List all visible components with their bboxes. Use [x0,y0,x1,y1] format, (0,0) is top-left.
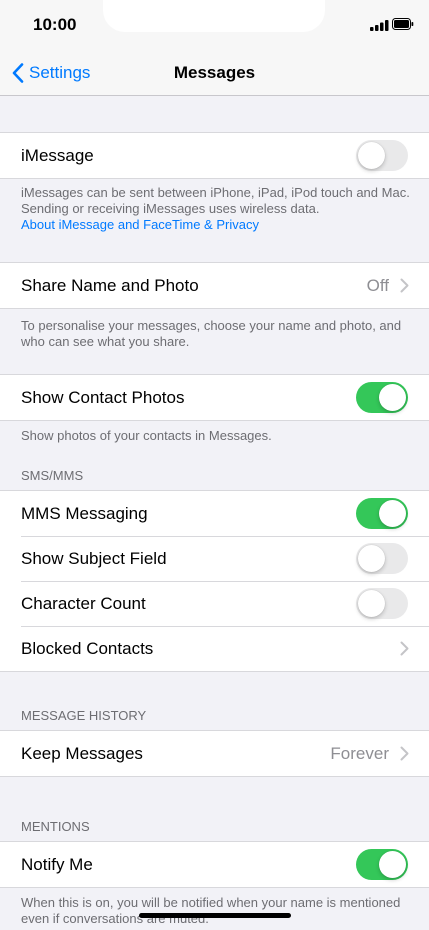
show-subject-field-toggle[interactable] [356,543,408,574]
mentions-header: MENTIONS [21,819,90,834]
chevron-right-icon [400,746,409,761]
notify-me-toggle[interactable] [356,849,408,880]
imessage-label: iMessage [21,145,94,165]
show-contact-photos-toggle[interactable] [356,382,408,413]
toggle-knob [379,384,406,411]
toggle-knob [358,545,385,572]
battery-icon [392,18,414,30]
messages-settings-screen: 10:00 Settings Messages iMessage iMessag… [0,0,429,930]
mms-messaging-toggle[interactable] [356,498,408,529]
blocked-contacts-label: Blocked Contacts [21,638,154,658]
show-contact-photos-label: Show Contact Photos [21,387,185,407]
notify-me-row: Notify Me [0,842,429,887]
keep-messages-value: Forever [330,743,389,763]
chevron-right-icon [400,278,409,293]
status-bar: 10:00 [0,0,429,50]
sms-mms-group: MMS Messaging Show Subject Field Charact… [0,490,429,672]
sms-mms-header: SMS/MMS [21,468,84,483]
imessage-privacy-link[interactable]: About iMessage and FaceTime & Privacy [21,217,411,233]
imessage-row: iMessage [0,133,429,178]
share-name-photo-row[interactable]: Share Name and Photo Off [0,263,429,308]
mentions-group: Notify Me [0,841,429,888]
toggle-knob [379,500,406,527]
show-contact-photos-row: Show Contact Photos [0,375,429,420]
mms-messaging-row: MMS Messaging [0,491,429,536]
notify-me-label: Notify Me [21,854,93,874]
blocked-contacts-row[interactable]: Blocked Contacts [0,626,429,671]
toggle-knob [379,851,406,878]
imessage-toggle[interactable] [356,140,408,171]
character-count-toggle[interactable] [356,588,408,619]
chevron-right-icon [400,641,409,656]
imessage-description: iMessages can be sent between iPhone, iP… [21,185,410,216]
page-title: Messages [173,63,256,82]
mentions-footnote: When this is on, you will be notified wh… [21,895,401,926]
show-subject-field-label: Show Subject Field [21,548,167,568]
share-name-photo-value: Off [366,275,389,295]
mms-messaging-label: MMS Messaging [21,503,148,523]
message-history-header: MESSAGE HISTORY [21,708,147,723]
share-group: Share Name and Photo Off [0,262,429,309]
status-time: 10:00 [33,15,77,34]
share-footnote: To personalise your messages, choose you… [21,318,402,349]
cellular-signal-icon [370,20,389,31]
imessage-footnote: iMessages can be sent between iPhone, iP… [21,185,411,233]
show-subject-field-row: Show Subject Field [0,536,429,581]
contact-photos-group: Show Contact Photos [0,374,429,421]
home-indicator [139,913,291,918]
imessage-group: iMessage [0,132,429,179]
keep-messages-label: Keep Messages [21,743,143,763]
toggle-knob [358,142,385,169]
keep-messages-row[interactable]: Keep Messages Forever [0,731,429,776]
share-name-photo-label: Share Name and Photo [21,275,199,295]
contact-photos-footnote: Show photos of your contacts in Messages… [21,428,272,443]
character-count-row: Character Count [0,581,429,626]
navigation-bar: Settings Messages [0,50,429,96]
message-history-group: Keep Messages Forever [0,730,429,777]
character-count-label: Character Count [21,593,146,613]
toggle-knob [358,590,385,617]
notch [103,0,325,32]
